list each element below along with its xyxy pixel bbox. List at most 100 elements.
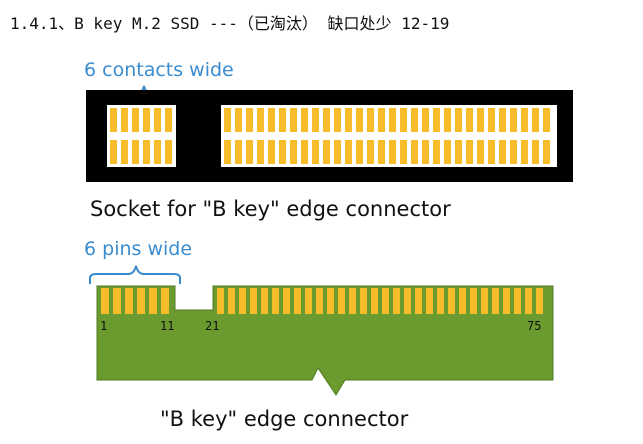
socket-contact [499, 140, 506, 164]
socket-contact [389, 108, 396, 132]
connector-width-label: 6 pins wide [84, 238, 192, 260]
connector-pin [239, 288, 246, 314]
socket-contact [543, 108, 550, 132]
socket-contact [455, 108, 462, 132]
socket-contact [235, 108, 242, 132]
socket-contact [455, 140, 462, 164]
socket-contact [367, 108, 374, 132]
socket-contact [422, 140, 429, 164]
socket-caption: Socket for "B key" edge connector [90, 197, 451, 221]
connector-pin [338, 288, 345, 314]
connector-pins [101, 288, 543, 314]
socket-contact [466, 108, 473, 132]
socket-contact [477, 108, 484, 132]
pin-label-1: 1 [100, 319, 107, 333]
connector-caption: "B key" edge connector [160, 407, 409, 431]
socket-contact [532, 108, 539, 132]
socket-contact [411, 108, 418, 132]
connector-pin [113, 288, 121, 314]
connector-pin [382, 288, 389, 314]
socket-contact [400, 140, 407, 164]
socket-contact [444, 140, 451, 164]
socket-contact [224, 108, 231, 132]
connector-pin [536, 288, 543, 314]
connector-pin [459, 288, 466, 314]
connector-pin [250, 288, 257, 314]
connector-pin [294, 288, 301, 314]
connector-pin [305, 288, 312, 314]
socket-contact [132, 108, 139, 132]
socket-contact [389, 140, 396, 164]
connector-width-bracket [89, 265, 181, 284]
socket-contact [323, 140, 330, 164]
socket-contact [345, 108, 352, 132]
socket-contact [543, 140, 550, 164]
socket-contact [246, 140, 253, 164]
m2-b-key-diagram: 6 contacts wide Socket for "B key" edge … [84, 59, 573, 431]
socket-contact [532, 140, 539, 164]
socket-contact [312, 140, 319, 164]
socket-contact [334, 108, 341, 132]
socket-contact [121, 140, 128, 164]
connector-pin [393, 288, 400, 314]
socket-contact [268, 140, 275, 164]
socket-contact [132, 140, 139, 164]
socket-contact [488, 108, 495, 132]
socket-contact [290, 108, 297, 132]
connector-pin [272, 288, 279, 314]
connector-pin [360, 288, 367, 314]
socket-contact [154, 140, 161, 164]
socket-contact [510, 140, 517, 164]
socket-contact [121, 108, 128, 132]
pin-label-21: 21 [205, 319, 219, 333]
socket-contact [143, 108, 150, 132]
connector-pin [327, 288, 334, 314]
connector-pin [404, 288, 411, 314]
socket-contact [301, 108, 308, 132]
socket-contact [143, 140, 150, 164]
connector-pin [161, 288, 169, 314]
connector-pin [125, 288, 133, 314]
socket-contact [488, 140, 495, 164]
socket-contact [356, 140, 363, 164]
socket-contact [510, 108, 517, 132]
connector-pin [470, 288, 477, 314]
connector-pin [149, 288, 157, 314]
socket-contact [235, 140, 242, 164]
socket-contact [268, 108, 275, 132]
socket-contact [323, 108, 330, 132]
socket-contact [367, 140, 374, 164]
connector-pin [261, 288, 268, 314]
socket-contact [378, 140, 385, 164]
connector-pin [514, 288, 521, 314]
socket-contact [110, 108, 117, 132]
connector-pin [371, 288, 378, 314]
socket-contact [334, 140, 341, 164]
connector-pin [448, 288, 455, 314]
socket-contact [154, 108, 161, 132]
connector-pin [503, 288, 510, 314]
connector-pin [316, 288, 323, 314]
pin-label-75: 75 [527, 319, 541, 333]
socket-contact [433, 140, 440, 164]
connector-pin [437, 288, 444, 314]
socket-contact [301, 140, 308, 164]
socket-contact [411, 140, 418, 164]
socket-contact [110, 140, 117, 164]
socket-contact [400, 108, 407, 132]
socket-contact [246, 108, 253, 132]
socket-contact [257, 140, 264, 164]
connector-pin [217, 288, 224, 314]
socket-contact [521, 140, 528, 164]
connector-pin [101, 288, 109, 314]
socket-contact [345, 140, 352, 164]
socket-contact [477, 140, 484, 164]
pin-label-11: 11 [160, 319, 174, 333]
socket-contact [165, 108, 172, 132]
connector-pin [492, 288, 499, 314]
connector-pin [137, 288, 145, 314]
socket-contact [165, 140, 172, 164]
connector-pin [426, 288, 433, 314]
connector-pin [228, 288, 235, 314]
connector-pin [283, 288, 290, 314]
